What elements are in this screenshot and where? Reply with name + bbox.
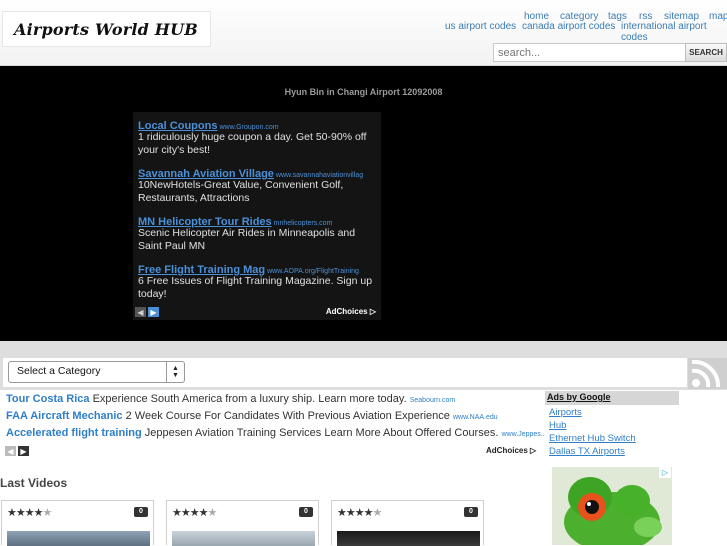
text-ad-title[interactable]: Tour Costa Rica: [6, 393, 90, 405]
video-title: Hyun Bin in Changi Airport 12092008: [284, 87, 443, 97]
category-select-label: Select a Category: [17, 365, 101, 377]
text-ad-prev-icon[interactable]: ◀: [5, 446, 16, 456]
ad-url[interactable]: mnhelicopters.com: [274, 220, 333, 227]
search-input[interactable]: [493, 43, 686, 62]
category-bar: Select a Category ▲ ▼: [0, 341, 727, 390]
text-ad-url[interactable]: www.NAA.edu: [453, 414, 498, 421]
google-ad-link[interactable]: Airports: [549, 407, 582, 418]
adchoices-icon: ▷: [530, 446, 537, 455]
ad-url[interactable]: www.savannahaviationvillag: [276, 172, 363, 179]
text-ad-2[interactable]: FAA Aircraft Mechanic 2 Week Course For …: [6, 410, 498, 422]
ad-text: 1 ridiculously huge coupon a day. Get 50…: [138, 131, 367, 156]
rating-stars: ★★★★★: [337, 506, 382, 519]
rating-stars: ★★★★★: [7, 506, 52, 519]
overlay-ad-box: Local Coupons www.Groupon.com 1 ridiculou…: [133, 112, 381, 320]
category-bar-inner: Select a Category ▲ ▼: [3, 358, 687, 387]
text-ad-next-icon[interactable]: ▶: [18, 446, 29, 456]
ad-url[interactable]: www.AOPA.org/FlightTraining: [267, 268, 359, 275]
site-header: Airports World HUB home category tags rs…: [0, 0, 727, 66]
video-player[interactable]: Hyun Bin in Changi Airport 12092008 Loca…: [0, 66, 727, 341]
google-ad-link[interactable]: Dallas TX Airports: [549, 446, 625, 457]
adchoices-link[interactable]: AdChoices ▷: [326, 307, 376, 316]
comment-count: 0: [299, 507, 313, 517]
nav-international-airport-codes[interactable]: international airport codes: [621, 21, 727, 43]
adchoices-icon: ▷: [369, 307, 376, 316]
rating-stars: ★★★★★: [172, 506, 217, 519]
adchoices-link[interactable]: AdChoices ▷: [486, 446, 536, 455]
text-ad-text: Jeppesen Aviation Training Services Lear…: [144, 427, 499, 439]
video-thumbnail[interactable]: [7, 531, 150, 546]
ad-prev-icon[interactable]: ◀: [135, 307, 146, 317]
site-logo[interactable]: Airports World HUB: [2, 11, 211, 47]
ad-text: Scenic Helicopter Air Rides in Minneapol…: [138, 227, 356, 252]
text-ad-text: 2 Week Course For Candidates With Previo…: [125, 410, 450, 422]
category-select[interactable]: Select a Category ▲ ▼: [8, 361, 185, 383]
text-ad-3[interactable]: Accelerated flight training Jeppesen Avi…: [6, 427, 547, 439]
ad-url[interactable]: www.Groupon.com: [219, 124, 278, 131]
google-ads-heading[interactable]: Ads by Google: [545, 391, 679, 405]
google-ad-link[interactable]: Ethernet Hub Switch: [549, 433, 636, 444]
rss-icon[interactable]: [688, 358, 727, 389]
ad-text: 10NewHotels-Great Value, Convenient Golf…: [138, 179, 344, 204]
text-ad-1[interactable]: Tour Costa Rica Experience South America…: [6, 393, 455, 405]
google-ad-link[interactable]: Hub: [549, 420, 566, 431]
comment-count: 0: [134, 507, 148, 517]
video-thumbnail[interactable]: [337, 531, 480, 546]
text-ad-text: Experience South America from a luxury s…: [92, 393, 407, 405]
last-videos-heading: Last Videos: [0, 476, 68, 490]
google-ads-box: Ads by Google Airports Hub Ethernet Hub …: [545, 391, 679, 461]
ad-next-icon[interactable]: ▶: [148, 307, 159, 317]
text-ad-url[interactable]: www.Jeppes...: [501, 431, 546, 438]
adchoices-label: AdChoices: [486, 446, 528, 455]
select-arrows-icon: ▲ ▼: [166, 362, 184, 382]
logo-text: Airports World HUB: [14, 19, 198, 39]
video-card[interactable]: ★★★★★ 0: [331, 500, 484, 546]
search-button[interactable]: SEARCH: [685, 43, 727, 62]
video-thumbnail[interactable]: [172, 531, 315, 546]
text-ad-title[interactable]: Accelerated flight training: [6, 427, 142, 439]
text-ad-title[interactable]: FAA Aircraft Mechanic: [6, 410, 123, 422]
ad-info-icon[interactable]: ▷: [659, 467, 671, 478]
comment-count: 0: [464, 507, 478, 517]
video-card[interactable]: ★★★★★ 0: [1, 500, 154, 546]
text-ad-url[interactable]: Seabourn.com: [410, 397, 456, 404]
nav-canada-airport-codes[interactable]: canada airport codes: [522, 21, 615, 32]
video-card[interactable]: ★★★★★ 0: [166, 500, 319, 546]
adchoices-label: AdChoices: [325, 307, 368, 316]
nav-us-airport-codes[interactable]: us airport codes: [445, 21, 516, 32]
frog-ad-image[interactable]: ▷: [552, 467, 672, 545]
ad-text: 6 Free Issues of Flight Training Magazin…: [138, 275, 373, 300]
